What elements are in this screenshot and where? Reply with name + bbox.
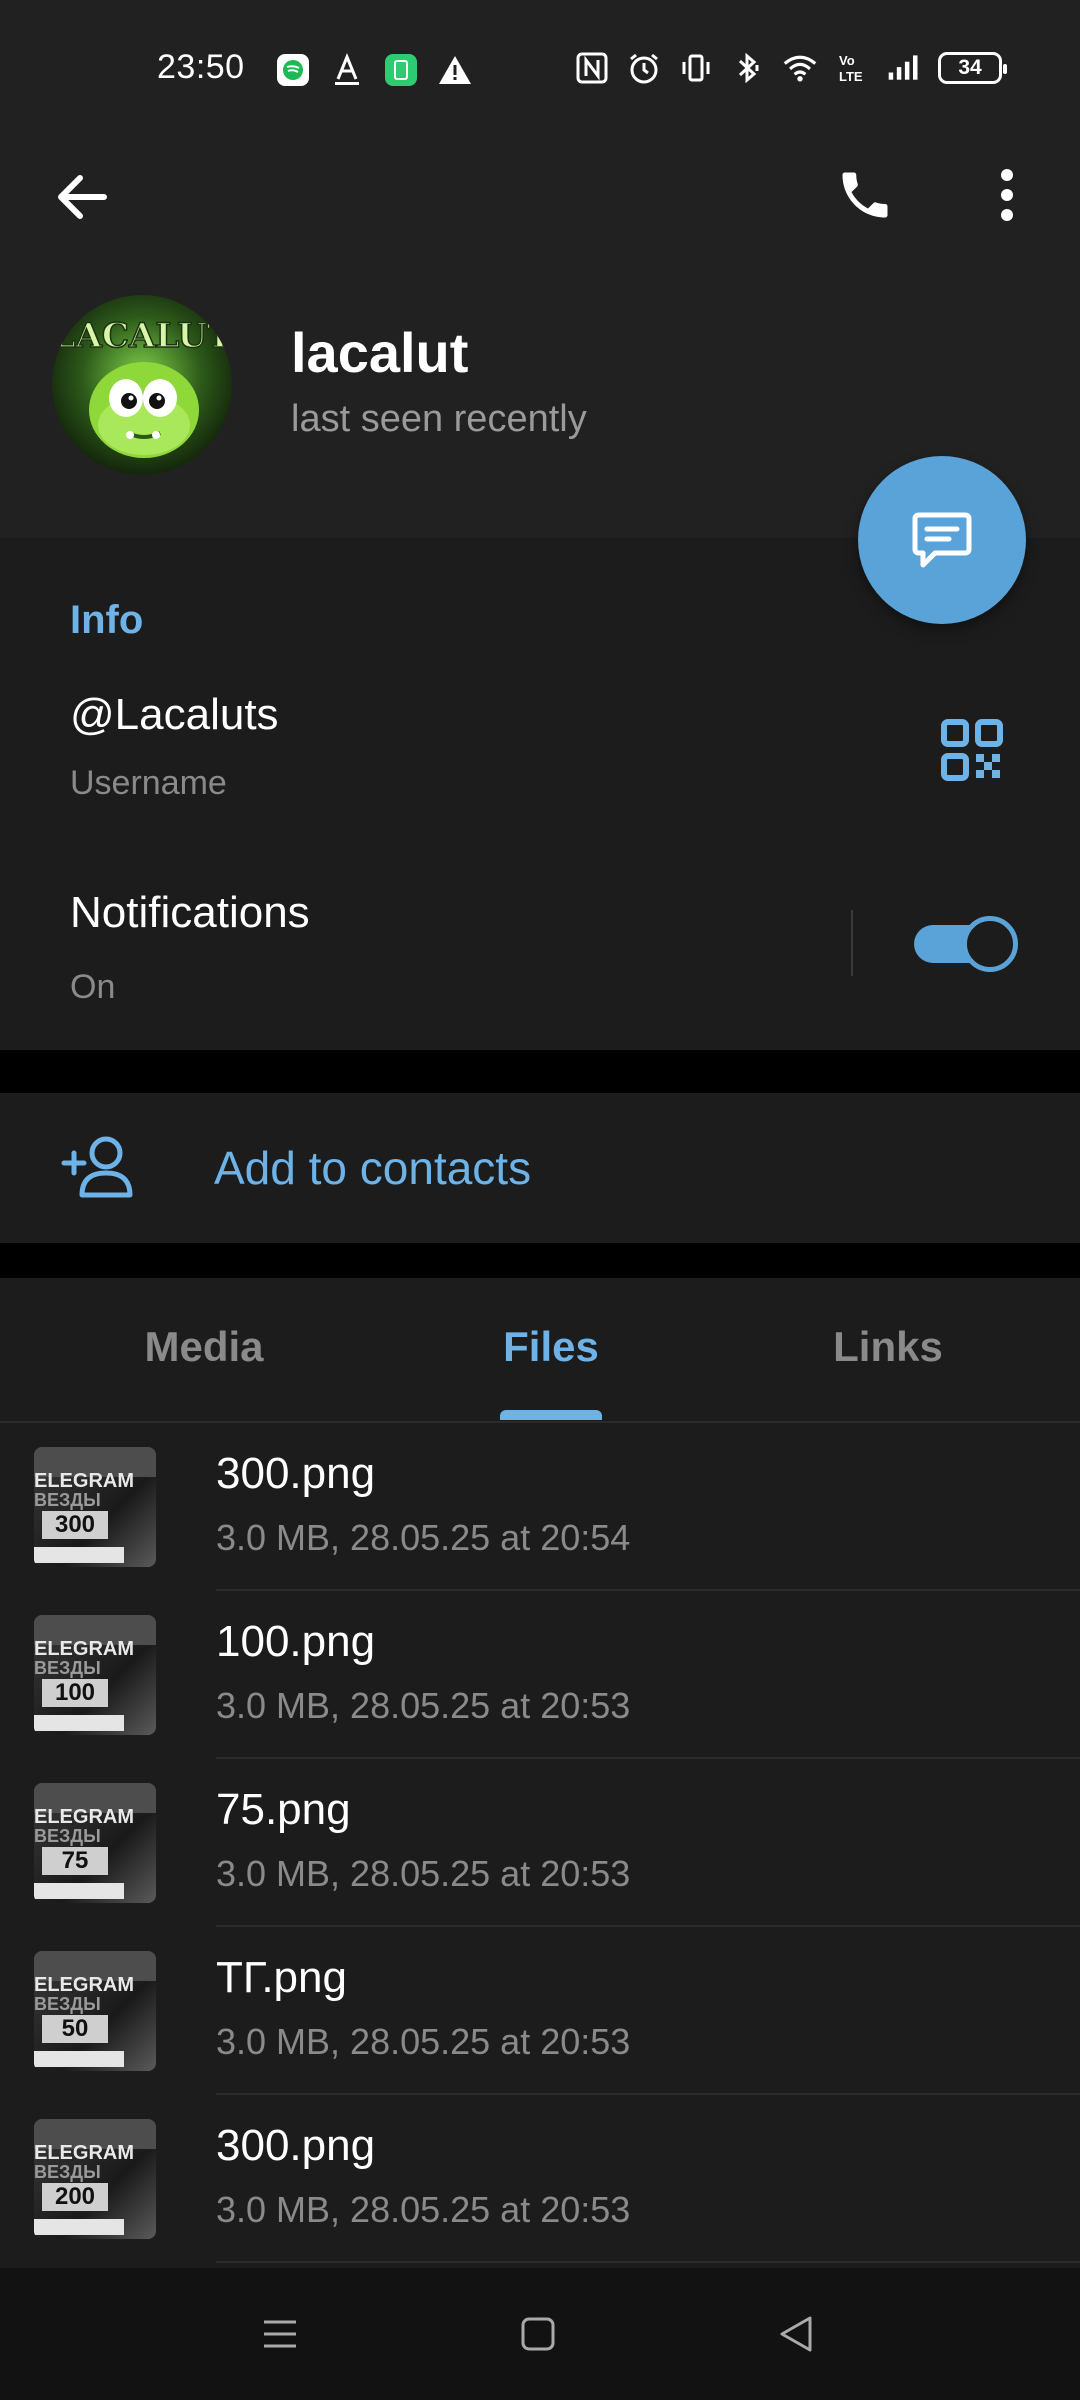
thumbnail-number: 50 (42, 2015, 108, 2043)
notifications-title[interactable]: Notifications (70, 888, 310, 938)
thumbnail-number: 100 (42, 1679, 108, 1707)
thumbnail-bar (34, 2051, 124, 2067)
username-value[interactable]: @Lacaluts (70, 690, 279, 740)
thumbnail-number: 300 (42, 1511, 108, 1539)
status-time: 23:50 (157, 48, 245, 86)
square-icon (521, 2317, 555, 2351)
warning-icon (437, 52, 473, 88)
recent-apps-button[interactable] (252, 2306, 308, 2362)
spotify-icon (275, 52, 311, 88)
file-item[interactable]: ELEGRAM ВЕЗДЫ 100 100.png 3.0 MB, 28.05.… (0, 1591, 1080, 1759)
file-meta: 3.0 MB, 28.05.25 at 20:53 (216, 1685, 631, 1726)
triangle-back-icon (780, 2316, 812, 2352)
thumbnail-bar (34, 1547, 124, 1563)
profile-name: lacalut (291, 321, 469, 384)
avatar[interactable]: LACALUT (52, 295, 232, 475)
home-button[interactable] (510, 2306, 566, 2362)
back-nav-button[interactable] (768, 2306, 824, 2362)
file-name: 300.png (216, 2121, 376, 2170)
more-options-button[interactable] (975, 160, 1039, 230)
thumbnail-number: 200 (42, 2183, 108, 2211)
send-message-button[interactable] (858, 456, 1026, 624)
thumbnail-text-secondary: ВЕЗДЫ (34, 1826, 101, 1846)
tab-media[interactable]: Media (54, 1323, 354, 1371)
file-name: 300.png (216, 1449, 376, 1498)
tab-files[interactable]: Files (401, 1323, 701, 1371)
arrow-left-icon (58, 175, 107, 219)
more-vertical-icon (1001, 169, 1013, 221)
file-item[interactable]: ELEGRAM ВЕЗДЫ 300 300.png 3.0 MB, 28.05.… (0, 1423, 1080, 1591)
vertical-divider (851, 910, 853, 976)
shared-media-tabs: Media Files Links (0, 1278, 1080, 1423)
file-meta: 3.0 MB, 28.05.25 at 20:53 (216, 1853, 631, 1894)
notifications-toggle[interactable] (914, 916, 1018, 972)
file-name: 100.png (216, 1617, 376, 1666)
menu-lines-icon (264, 2320, 296, 2348)
toggle-knob (962, 916, 1018, 972)
info-title: Info (70, 598, 144, 642)
qr-code-button[interactable] (940, 718, 1004, 782)
profile-status: last seen recently (291, 398, 587, 440)
svg-text:Vo: Vo (839, 53, 855, 68)
wifi-icon (782, 50, 818, 86)
files-list: ELEGRAM ВЕЗДЫ 300 300.png 3.0 MB, 28.05.… (0, 1423, 1080, 2268)
phone-icon (842, 172, 888, 218)
file-meta: 3.0 MB, 28.05.25 at 20:53 (216, 2021, 631, 2062)
thumbnail-text: ELEGRAM (34, 1470, 134, 1492)
vibrate-icon (678, 50, 714, 86)
file-name: 75.png (216, 1785, 351, 1834)
row-divider (216, 2261, 1080, 2263)
file-item[interactable]: ELEGRAM ВЕЗДЫ 75 75.png 3.0 MB, 28.05.25… (0, 1759, 1080, 1927)
thumbnail-bar (34, 1883, 124, 1899)
thumbnail-bar (34, 2219, 124, 2235)
green-app-icon (383, 52, 419, 88)
add-to-contacts-row[interactable]: Add to contacts (0, 1093, 1080, 1243)
file-name: ТГ.png (216, 1953, 347, 2002)
thumbnail-text: ELEGRAM (34, 1974, 134, 1996)
file-thumbnail: ELEGRAM ВЕЗДЫ 50 (34, 1951, 156, 2071)
volte-icon: Vo LTE (834, 50, 870, 86)
system-navigation-bar (0, 2268, 1080, 2400)
file-thumbnail: ELEGRAM ВЕЗДЫ 200 (34, 2119, 156, 2239)
thumbnail-bar (34, 1715, 124, 1731)
thumbnail-text: ELEGRAM (34, 2142, 134, 2164)
svg-text:LTE: LTE (839, 69, 863, 84)
qr-code-icon (941, 719, 1003, 781)
call-button[interactable] (830, 160, 900, 230)
status-bar: 23:50 Vo LTE 34 (0, 0, 1080, 140)
nfc-icon (574, 50, 610, 86)
thumbnail-text-secondary: ВЕЗДЫ (34, 1658, 101, 1678)
add-user-icon (60, 1133, 136, 1203)
file-meta: 3.0 MB, 28.05.25 at 20:53 (216, 2189, 631, 2230)
battery-indicator: 34 (938, 52, 1007, 84)
svg-text:LACALUT: LACALUT (52, 316, 232, 356)
font-a-icon (329, 52, 365, 88)
file-thumbnail: ELEGRAM ВЕЗДЫ 75 (34, 1783, 156, 1903)
status-left-icons (275, 52, 473, 88)
file-thumbnail: ELEGRAM ВЕЗДЫ 300 (34, 1447, 156, 1567)
tab-active-indicator (500, 1410, 602, 1420)
thumbnail-text-secondary: ВЕЗДЫ (34, 1490, 101, 1510)
message-icon (912, 512, 972, 568)
thumbnail-text-secondary: ВЕЗДЫ (34, 1994, 101, 2014)
thumbnail-number: 75 (42, 1847, 108, 1875)
file-item[interactable]: ELEGRAM ВЕЗДЫ 50 ТГ.png 3.0 MB, 28.05.25… (0, 1927, 1080, 2095)
signal-icon (886, 50, 922, 86)
bluetooth-icon (730, 50, 766, 86)
thumbnail-text: ELEGRAM (34, 1806, 134, 1828)
alarm-icon (626, 50, 662, 86)
notifications-value: On (70, 968, 116, 1006)
tab-links[interactable]: Links (738, 1323, 1038, 1371)
status-right-icons: Vo LTE 34 (574, 50, 1007, 86)
back-button[interactable] (50, 165, 114, 229)
file-meta: 3.0 MB, 28.05.25 at 20:54 (216, 1517, 631, 1558)
thumbnail-text: ELEGRAM (34, 1638, 134, 1660)
file-item[interactable]: ELEGRAM ВЕЗДЫ 200 300.png 3.0 MB, 28.05.… (0, 2095, 1080, 2263)
username-label: Username (70, 764, 227, 802)
add-to-contacts-label: Add to contacts (214, 1142, 532, 1194)
thumbnail-text-secondary: ВЕЗДЫ (34, 2162, 101, 2182)
file-thumbnail: ELEGRAM ВЕЗДЫ 100 (34, 1615, 156, 1735)
